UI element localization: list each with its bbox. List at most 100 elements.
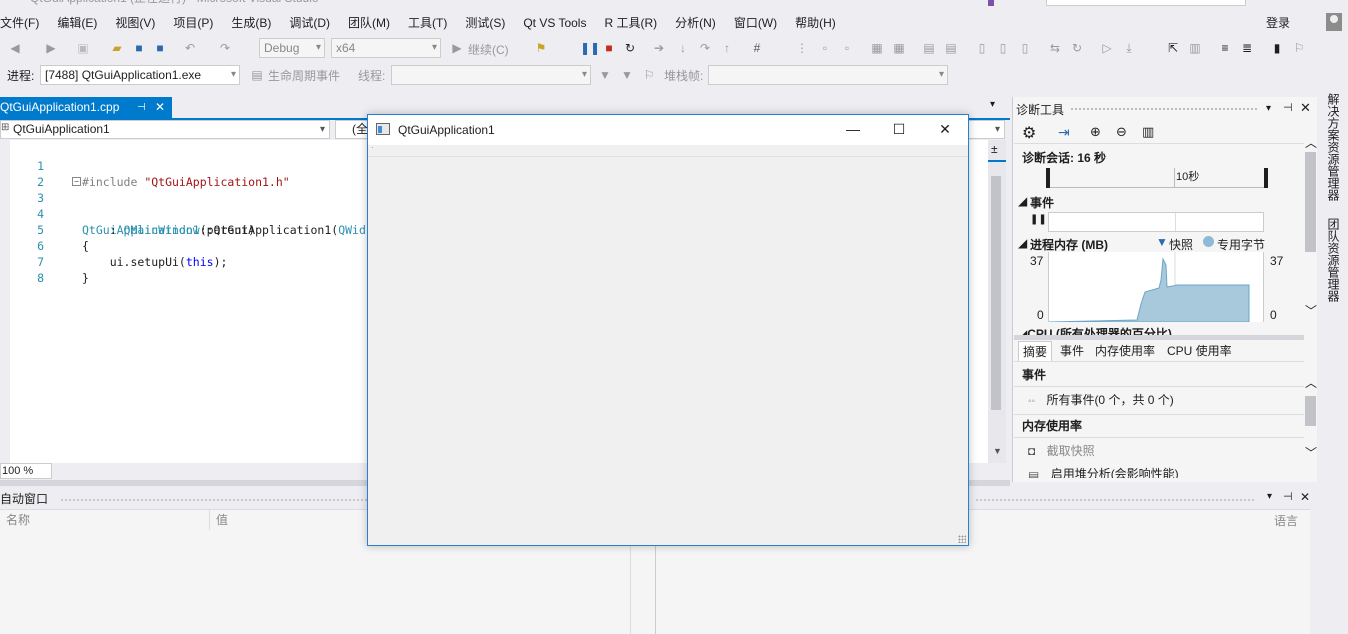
menu-view[interactable]: 视图(V)	[106, 12, 164, 34]
menu-file[interactable]: 文件(F)	[0, 12, 48, 34]
tab-memory-usage[interactable]: 内存使用率	[1091, 341, 1159, 361]
tab-cpu-usage[interactable]: CPU 使用率	[1163, 341, 1236, 361]
save-icon[interactable]: ■	[132, 41, 146, 55]
debug-target-icon[interactable]: ⚑	[534, 41, 548, 55]
bookmark-icon[interactable]: ▮	[1270, 41, 1284, 55]
events-expander-icon[interactable]: ◢	[1018, 194, 1027, 208]
resize-grip-icon[interactable]	[958, 535, 966, 543]
menu-debug[interactable]: 调试(D)	[280, 12, 339, 34]
menu-tools[interactable]: 工具(T)	[399, 12, 456, 34]
cpu-expander-icon[interactable]: ◢	[1018, 327, 1027, 335]
minimize-button[interactable]: —	[830, 115, 876, 145]
forward-icon[interactable]: ▶	[44, 41, 58, 55]
col-language[interactable]: 语言	[1274, 512, 1298, 529]
zoom-out-icon[interactable]: ⊖	[1116, 124, 1127, 140]
pause-icon[interactable]: ❚❚	[580, 41, 600, 55]
heap-profiling-toggle[interactable]: 启用堆分析(会影响性能)	[1051, 467, 1179, 478]
lifecycle-events-button[interactable]: 生命周期事件	[268, 67, 340, 84]
menu-analyze[interactable]: 分析(N)	[666, 12, 725, 34]
solution-explorer-tab[interactable]: 解决方案资源管理器	[1325, 93, 1342, 201]
undo-icon[interactable]: ↶	[183, 41, 197, 55]
open-file-icon[interactable]: ▰	[110, 41, 124, 55]
hex-display-icon[interactable]: #	[750, 41, 764, 55]
continue-button[interactable]: 继续(C)	[468, 41, 509, 58]
menu-project[interactable]: 项目(P)	[164, 12, 222, 34]
call-stack-icon[interactable]: ▤	[944, 41, 958, 55]
step-out-icon[interactable]: ↑	[720, 41, 734, 55]
tab-qtguiapplication1-cpp[interactable]: QtGuiApplication1.cpp ⊣ ✕	[0, 97, 172, 118]
chart-settings-icon[interactable]: ▥	[1142, 124, 1154, 140]
diag-splitter[interactable]	[1014, 335, 1304, 340]
take-snapshot-row[interactable]: ◘ 截取快照	[1014, 439, 1304, 463]
scroll-down-icon[interactable]: ﹀	[1305, 302, 1317, 319]
scroll-down-icon[interactable]: ▼	[993, 446, 1002, 456]
breakpoint-disable-icon[interactable]: ▫	[840, 41, 854, 55]
thread-icon[interactable]: ⋮	[795, 41, 809, 55]
diag-top-scrollbar[interactable]: ︿ ﹀	[1304, 136, 1317, 320]
menu-qt-vs-tools[interactable]: Qt VS Tools	[514, 12, 595, 34]
scroll-down-icon[interactable]: ﹀	[1305, 444, 1317, 461]
continue-icon[interactable]: ▶	[450, 41, 464, 55]
menu-help[interactable]: 帮助(H)	[786, 12, 845, 34]
maximize-button[interactable]: ☐	[876, 115, 922, 145]
menu-r-tools[interactable]: R 工具(R)	[595, 12, 666, 34]
zoom-combo[interactable]: 100 %	[0, 463, 52, 479]
run-icon[interactable]: ▷	[1100, 41, 1114, 55]
export-icon[interactable]: ⇥	[1058, 124, 1070, 141]
heap-profiling-row[interactable]: ▤ 启用堆分析(会影响性能)	[1014, 464, 1304, 478]
show-next-statement-icon[interactable]: ➔	[652, 41, 666, 55]
settings-gear-icon[interactable]: ⚙	[1022, 123, 1036, 143]
menu-test[interactable]: 测试(S)	[456, 12, 514, 34]
quick-launch-input[interactable]	[1046, 0, 1246, 6]
step-into-icon[interactable]: ↓	[676, 41, 690, 55]
select-icon[interactable]: ⇱	[1166, 41, 1180, 55]
flag-icon[interactable]: ⚐	[1292, 41, 1306, 55]
col-name[interactable]: 名称	[0, 510, 210, 530]
dropdown-icon[interactable]: ▾	[1266, 103, 1271, 114]
swap-icon[interactable]: ⇆	[1048, 41, 1062, 55]
scroll-up-icon[interactable]: ︿	[1305, 134, 1317, 151]
thread-combo[interactable]	[391, 65, 591, 85]
scroll-up-icon[interactable]: ︿	[1305, 374, 1317, 391]
split-icon[interactable]: ±	[991, 142, 998, 156]
download-icon[interactable]: ⤓	[1122, 41, 1136, 55]
pause-icon[interactable]: ❚❚	[1030, 214, 1047, 225]
qt-titlebar[interactable]: QtGuiApplication1 — ☐ ✕	[368, 115, 968, 145]
step-over-icon[interactable]: ↷	[698, 41, 712, 55]
take-snapshot-button[interactable]: 截取快照	[1047, 444, 1095, 458]
bookmark-prev-icon[interactable]: ▯	[975, 41, 989, 55]
tab-overflow-icon[interactable]: ▾	[990, 99, 995, 110]
comment-icon[interactable]: ≣	[1240, 41, 1254, 55]
pin-icon[interactable]: ⊣	[137, 97, 146, 118]
tab-events[interactable]: 事件	[1056, 341, 1088, 361]
save-all-icon[interactable]: ■	[153, 41, 167, 55]
restart-icon[interactable]: ↻	[623, 41, 637, 55]
close-icon[interactable]: ✕	[1300, 100, 1311, 116]
platform-combo[interactable]: x64	[331, 38, 441, 58]
menu-window[interactable]: 窗口(W)	[725, 12, 786, 34]
bookmark-clear-icon[interactable]: ▯	[1018, 41, 1032, 55]
disassembly-icon[interactable]: ▤	[922, 41, 936, 55]
all-events-link[interactable]: 所有事件(0 个，共 0 个)	[1046, 393, 1173, 407]
qt-app-window[interactable]: QtGuiApplication1 — ☐ ✕ ·	[367, 114, 969, 546]
registers-icon[interactable]: ▦	[892, 41, 906, 55]
indent-icon[interactable]: ≡	[1218, 41, 1232, 55]
diag-bottom-scrollbar[interactable]: ︿ ﹀	[1304, 376, 1317, 461]
memory-chart[interactable]	[1048, 252, 1264, 323]
process-combo[interactable]: [7488] QtGuiApplication1.exe	[40, 65, 240, 85]
new-project-icon[interactable]: ▣	[76, 41, 90, 55]
editor-scrollbar[interactable]: ± ▼	[988, 140, 1006, 463]
timeline-start-marker[interactable]	[1046, 168, 1050, 188]
pin-icon[interactable]: ⊣	[1283, 101, 1293, 114]
back-icon[interactable]: ◀	[8, 41, 22, 55]
layout-icon[interactable]: ▥	[1188, 41, 1202, 55]
bookmark-next-icon[interactable]: ▯	[996, 41, 1010, 55]
memory-window-icon[interactable]: ▦	[870, 41, 884, 55]
breakpoint-toggle-icon[interactable]: ▫	[818, 41, 832, 55]
refresh-icon[interactable]: ↻	[1070, 41, 1084, 55]
scope-combo[interactable]: QtGuiApplication1	[0, 120, 330, 139]
flag-threads-icon[interactable]: ⚐	[642, 68, 656, 82]
login-link[interactable]: 登录	[1266, 12, 1290, 34]
scroll-thumb[interactable]	[1305, 396, 1316, 426]
config-combo[interactable]: Debug	[259, 38, 325, 58]
